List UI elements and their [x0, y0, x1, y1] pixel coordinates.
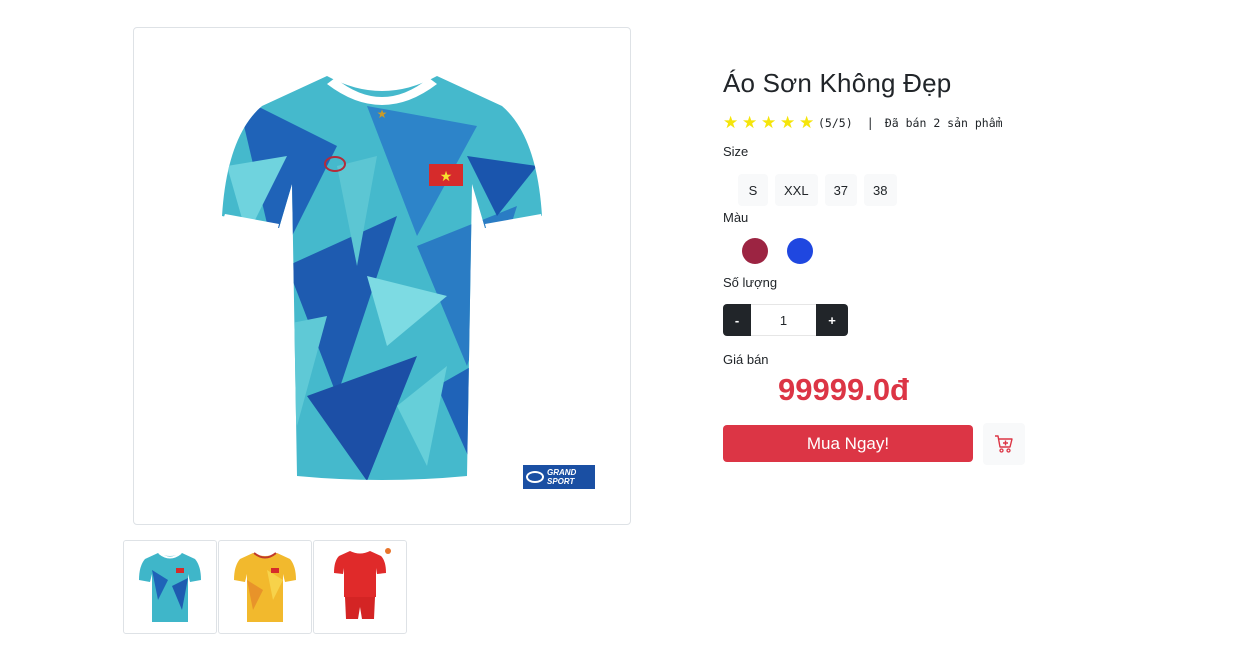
add-to-cart-button[interactable] [983, 423, 1025, 465]
grand-sport-logo: GRAND SPORT [522, 464, 596, 490]
quantity-increase-button[interactable]: + [816, 304, 848, 336]
quantity-decrease-button[interactable]: - [723, 304, 751, 336]
color-options [742, 238, 813, 264]
size-option-37[interactable]: 37 [824, 174, 858, 206]
size-options: S XXL 37 38 [738, 174, 897, 206]
sold-count: Đã bán 2 sản phẩm [884, 115, 1003, 130]
buy-now-button[interactable]: Mua Ngay! [723, 425, 973, 462]
rating-separator: | [866, 115, 874, 130]
star-rating: ★ ★ ★ ★ ★ [723, 114, 818, 131]
jersey-teal-image: ★ ★ [222, 76, 543, 480]
color-swatch-blue[interactable] [787, 238, 813, 264]
size-option-38[interactable]: 38 [864, 174, 897, 206]
thumbnail-list [123, 540, 407, 634]
rating-row: ★ ★ ★ ★ ★ (5/5) | Đã bán 2 sản phẩm [723, 114, 1003, 131]
size-option-s[interactable]: S [738, 174, 768, 206]
quantity-label: Số lượng [723, 275, 778, 290]
product-title: Áo Sơn Không Đẹp [723, 68, 952, 98]
kit-red-icon [334, 548, 391, 619]
jersey-yellow-icon [234, 552, 296, 622]
size-label: Size [723, 144, 749, 159]
svg-text:★: ★ [377, 107, 388, 121]
color-swatch-maroon[interactable] [742, 238, 768, 264]
quantity-stepper: - + [723, 304, 848, 336]
star-icon: ★ [761, 113, 777, 132]
size-option-xxl[interactable]: XXL [775, 174, 818, 206]
color-label: Màu [723, 210, 749, 225]
thumbnail-teal-jersey[interactable] [123, 540, 217, 634]
star-icon: ★ [742, 113, 758, 132]
jersey-teal-icon [139, 552, 201, 622]
cart-plus-icon [995, 435, 1013, 453]
thumbnail-yellow-jersey[interactable] [218, 540, 312, 634]
main-product-image: ★ ★ GRAND SPORT [133, 27, 631, 525]
price-label: Giá bán [723, 352, 769, 367]
star-icon: ★ [799, 113, 815, 132]
rating-score: (5/5) [818, 115, 853, 130]
svg-text:★: ★ [440, 169, 453, 185]
price-value: 99999.0đ [778, 372, 909, 407]
star-icon: ★ [723, 113, 739, 132]
thumbnail-red-kit[interactable] [313, 540, 407, 634]
star-icon: ★ [780, 113, 796, 132]
brand-emblem-icon [526, 471, 544, 483]
brand-logo-line1: GRAND [547, 468, 577, 477]
brand-logo-line2: SPORT [547, 477, 575, 486]
quantity-input[interactable] [751, 304, 816, 336]
